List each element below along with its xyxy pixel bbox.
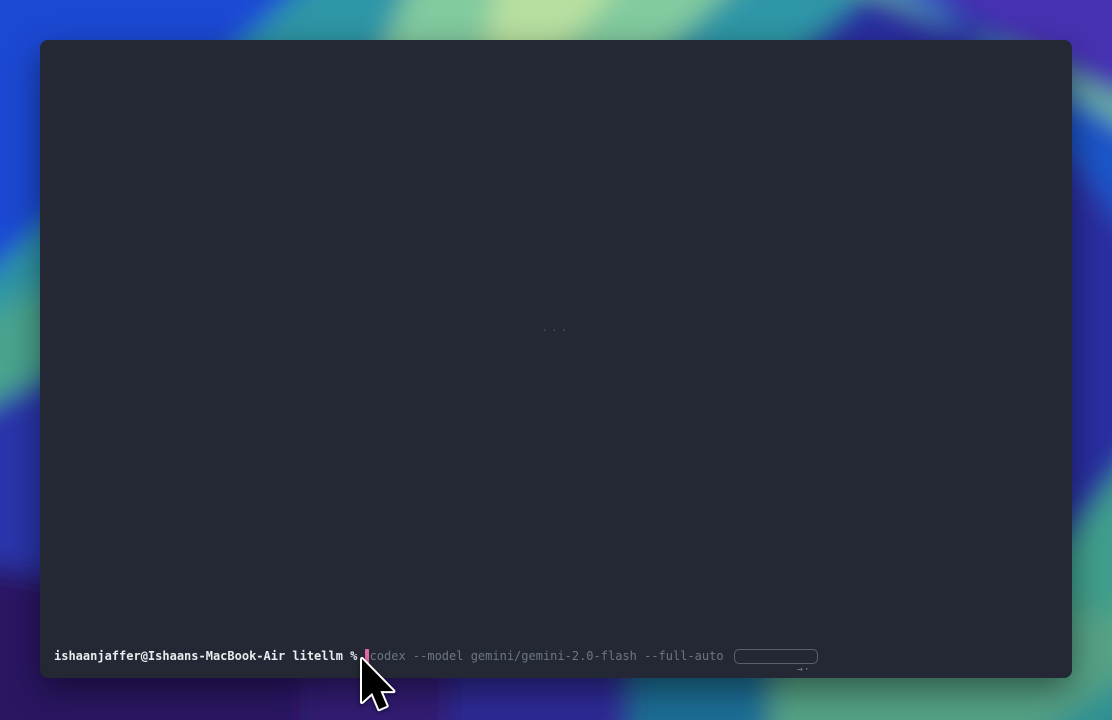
- mouse-pointer-icon: [359, 656, 396, 713]
- prompt-directory: litellm: [292, 648, 343, 664]
- accept-hint-badge: →·: [734, 649, 818, 664]
- prompt-user-host: ishaanjaffer@Ishaans-MacBook-Air: [54, 648, 285, 664]
- arrow-right-icon: →·: [797, 664, 811, 675]
- screen: ··· ishaanjaffer@Ishaans-MacBook-Air lit…: [0, 0, 1112, 720]
- prompt-line[interactable]: ishaanjaffer@Ishaans-MacBook-Air litellm…: [54, 648, 1058, 664]
- command-suggestion: codex --model gemini/gemini-2.0-flash --…: [370, 648, 724, 664]
- loading-ellipsis: ···: [40, 324, 1072, 337]
- terminal-window[interactable]: ··· ishaanjaffer@Ishaans-MacBook-Air lit…: [40, 40, 1072, 678]
- prompt-symbol: %: [350, 648, 357, 664]
